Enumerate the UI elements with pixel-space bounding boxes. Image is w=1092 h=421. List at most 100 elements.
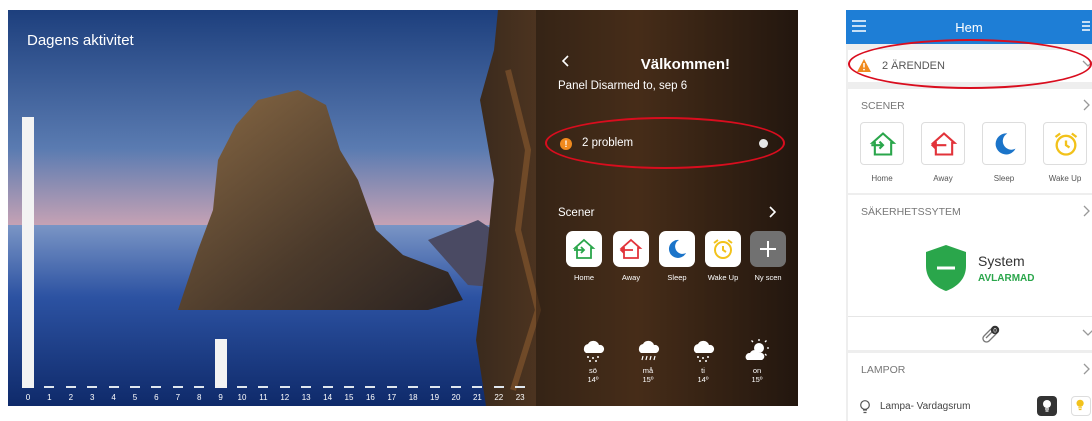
scene-wakeup-button[interactable] bbox=[1043, 122, 1087, 165]
hour-tick-label: 1 bbox=[47, 393, 52, 402]
scenes-header: SCENER bbox=[861, 100, 905, 112]
moon-icon bbox=[668, 239, 686, 258]
hour-tick-label: 0 bbox=[25, 393, 31, 402]
home-enter-icon bbox=[869, 132, 897, 156]
lightbulb-icon bbox=[1076, 399, 1084, 411]
weather-temp: 15º bbox=[642, 375, 654, 384]
activity-baseline-dash bbox=[151, 386, 162, 388]
activity-baseline-dash bbox=[472, 386, 483, 388]
chevron-right-icon[interactable] bbox=[1082, 363, 1090, 375]
lamp-off-button[interactable] bbox=[1037, 396, 1057, 416]
hour-tick-label: 3 bbox=[89, 393, 95, 402]
activity-baseline-dash bbox=[429, 386, 440, 388]
hour-tick-label: 9 bbox=[218, 393, 223, 402]
activity-bar bbox=[214, 338, 227, 388]
hour-tick-label: 11 bbox=[259, 393, 268, 402]
lamp-name: Lampa- Vardagsrum bbox=[880, 401, 971, 412]
lamps-header: LAMPOR bbox=[861, 364, 906, 376]
scene-away-button[interactable] bbox=[921, 122, 965, 165]
alarm-clock-icon bbox=[1054, 132, 1078, 156]
hour-tick-label: 10 bbox=[237, 393, 247, 402]
chevron-right-icon[interactable] bbox=[1082, 205, 1090, 217]
hour-tick-label: 12 bbox=[280, 393, 290, 402]
weather-day-label: on bbox=[752, 366, 762, 375]
weather-temp: 15º bbox=[751, 375, 763, 384]
security-card: SÄKERHETSSYTEM System AVLARMAD bbox=[848, 195, 1092, 327]
home-enter-icon bbox=[572, 238, 596, 259]
hour-tick-label: 23 bbox=[515, 393, 525, 402]
system-state: AVLARMAD bbox=[978, 273, 1035, 284]
hour-tick-label: 16 bbox=[365, 393, 375, 402]
activity-baseline-dash bbox=[172, 386, 183, 388]
scene-home-button[interactable] bbox=[566, 231, 602, 267]
plus-icon bbox=[760, 241, 776, 257]
home-leave-icon bbox=[619, 238, 643, 259]
weather-day-label: ti bbox=[701, 366, 705, 375]
alarm-clock-icon bbox=[713, 239, 733, 259]
welcome-title: Välkommen! bbox=[640, 56, 730, 73]
activity-baseline-dash bbox=[194, 386, 205, 388]
activity-baseline-dash bbox=[108, 386, 119, 388]
lamp-on-button[interactable] bbox=[1071, 396, 1091, 416]
highlight-ring bbox=[848, 39, 1092, 89]
snow-cloud-icon bbox=[583, 340, 605, 362]
scene-label-away: Away bbox=[621, 273, 641, 282]
hour-tick-label: 5 bbox=[132, 393, 138, 402]
hour-tick-label: 14 bbox=[323, 393, 333, 402]
new-scene-button[interactable] bbox=[750, 231, 786, 267]
security-footer[interactable]: 0 bbox=[848, 316, 1092, 350]
panel-screen: Dagens aktivitet 0 1 2 3 4 5 6 7 8 9 10 11 12 13 14 15 1… bbox=[8, 10, 798, 406]
scene-label-sleep: Sleep bbox=[667, 273, 687, 282]
hour-tick-label: 2 bbox=[68, 393, 74, 402]
scene-label-wakeup: Wake Up bbox=[1048, 174, 1082, 183]
hour-tick-label: 17 bbox=[387, 393, 397, 402]
activity-baseline-dash bbox=[237, 386, 247, 388]
activity-baseline-dash bbox=[344, 386, 354, 388]
activity-baseline-dash bbox=[44, 386, 55, 388]
scene-label-home: Home bbox=[871, 174, 893, 183]
weather-day-1: må 15º bbox=[633, 338, 663, 384]
hour-tick-label: 6 bbox=[154, 393, 159, 402]
sunrise-icon bbox=[149, 405, 161, 406]
scenes-card: SCENER Home Away Sleep Wake Up bbox=[848, 89, 1092, 193]
hour-tick-label: 20 bbox=[451, 393, 461, 402]
activity-baseline-dash bbox=[279, 386, 290, 388]
hour-tick-label: 8 bbox=[196, 393, 202, 402]
scene-home-button[interactable] bbox=[860, 122, 904, 165]
scene-label-home: Home bbox=[573, 273, 594, 282]
activity-baseline-dash bbox=[493, 386, 504, 388]
activity-baseline-dash bbox=[386, 386, 397, 388]
scener-label: Scener bbox=[558, 207, 595, 219]
moon-icon bbox=[447, 405, 457, 406]
partly-sunny-icon bbox=[745, 339, 769, 360]
activity-baseline-dash bbox=[322, 386, 333, 388]
chevron-right-icon[interactable] bbox=[1082, 99, 1090, 111]
hour-tick-label: 13 bbox=[301, 393, 311, 402]
hour-tick-label: 22 bbox=[494, 393, 504, 402]
hour-tick-label: 7 bbox=[175, 393, 181, 402]
shield-icon[interactable] bbox=[925, 244, 967, 292]
scene-sleep-button[interactable] bbox=[982, 122, 1026, 165]
chevron-down-icon bbox=[1082, 329, 1092, 336]
snow-cloud-icon bbox=[693, 340, 715, 362]
system-name: System bbox=[978, 253, 1025, 269]
activity-baseline-dash bbox=[515, 386, 526, 388]
hour-tick-label: 18 bbox=[408, 393, 418, 402]
activity-baseline-dash bbox=[87, 386, 98, 388]
highlight-ring bbox=[545, 117, 785, 169]
scene-label-new: Ny scen bbox=[754, 273, 782, 282]
activity-title: Dagens aktivitet bbox=[27, 32, 134, 49]
scene-label-away: Away bbox=[933, 174, 953, 183]
scene-away-button[interactable] bbox=[613, 231, 649, 267]
security-header: SÄKERHETSSYTEM bbox=[861, 206, 961, 218]
scene-wakeup-button[interactable] bbox=[705, 231, 741, 267]
activity-baseline-dash bbox=[451, 386, 461, 388]
activity-baseline-dash bbox=[130, 386, 140, 388]
weather-day-label: sö bbox=[589, 366, 597, 375]
chevron-right-icon[interactable] bbox=[768, 206, 776, 218]
scene-sleep-button[interactable] bbox=[659, 231, 695, 267]
list-view-icon[interactable] bbox=[1080, 19, 1092, 33]
lamps-card: LAMPOR Lampa- Vardagsrum bbox=[848, 353, 1092, 421]
back-chevron-icon[interactable] bbox=[560, 54, 572, 68]
weather-temp: 14º bbox=[697, 375, 709, 384]
